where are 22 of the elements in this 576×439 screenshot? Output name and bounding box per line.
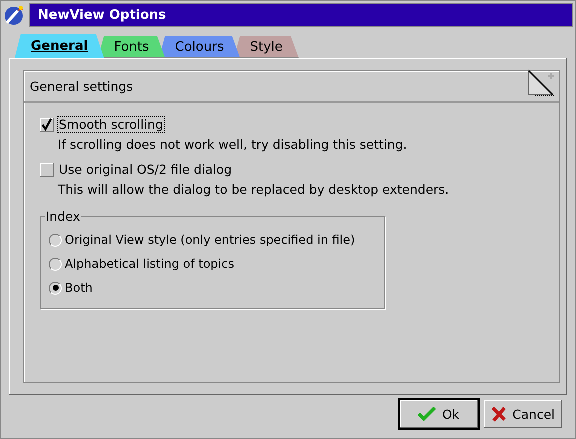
checkbox-label[interactable]: Use original OS/2 file dialog	[58, 162, 234, 177]
ok-button[interactable]: Ok	[400, 400, 478, 428]
tab[interactable]: Style	[234, 36, 299, 58]
option-description: This will allow the dialog to be replaced by desktop extenders.	[58, 182, 450, 197]
page-heading: General settings	[30, 78, 134, 94]
checkmark-icon	[418, 407, 436, 421]
tab[interactable]: Colours	[159, 36, 240, 58]
checkbox-label[interactable]: Smooth scrolling	[58, 117, 164, 132]
radio-button[interactable]	[49, 234, 62, 246]
radio-label[interactable]: Alphabetical listing of topics	[65, 257, 234, 271]
app-icon[interactable]	[3, 4, 25, 26]
window-title: NewView Options	[29, 3, 573, 27]
radio-button[interactable]	[49, 258, 62, 270]
cancel-button[interactable]: Cancel	[484, 400, 562, 428]
option-description: If scrolling does not work well, try disabling this setting.	[58, 137, 408, 152]
group-title: Index	[45, 209, 82, 224]
cross-icon	[491, 406, 507, 422]
tab[interactable]: General	[15, 34, 104, 58]
radio-label[interactable]: Original View style (only entries specified in file)	[65, 233, 356, 247]
radio-label[interactable]: Both	[65, 281, 93, 295]
checkbox[interactable]	[40, 118, 54, 132]
radio-button[interactable]	[49, 282, 62, 294]
